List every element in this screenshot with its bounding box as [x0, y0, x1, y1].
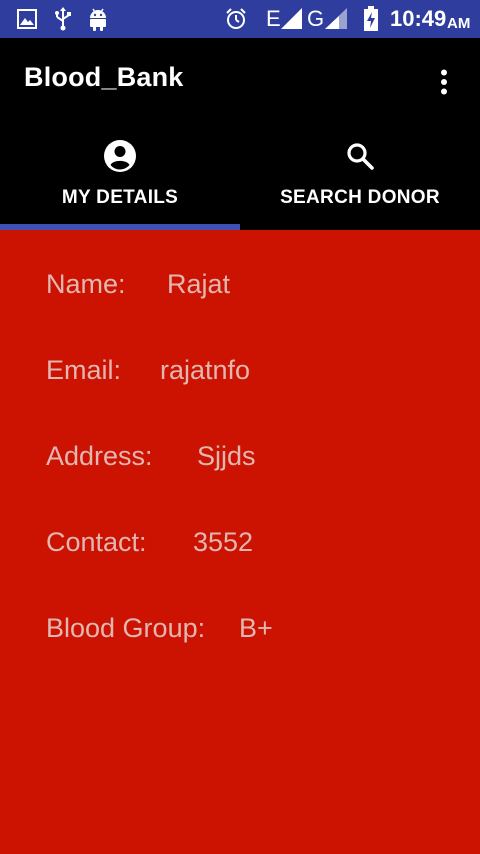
blood-group-label: Blood Group: [46, 613, 206, 643]
detail-row-address: Address: Sjjds [46, 441, 256, 472]
usb-icon [52, 0, 74, 38]
tab-search-donor[interactable]: SEARCH DONOR [240, 124, 480, 230]
tab-label: MY DETAILS [61, 187, 179, 208]
detail-row-email: Email: rajatnfo [46, 355, 250, 386]
network-type-1: E [266, 6, 281, 31]
network-type-2: G [307, 6, 325, 31]
status-ampm: AM [447, 14, 471, 32]
image-icon [16, 0, 38, 38]
tab-label: SEARCH DONOR [280, 187, 440, 208]
status-time: 10:49 [390, 6, 447, 31]
account-circle-icon [0, 138, 240, 174]
detail-row-name: Name: Rajat [46, 269, 230, 300]
name-value: Rajat [167, 269, 231, 299]
detail-row-blood-group: Blood Group: B+ [46, 613, 273, 644]
search-icon [240, 138, 480, 174]
app-title: Blood_Bank [24, 62, 184, 92]
android-icon [86, 0, 110, 38]
tab-my-details[interactable]: MY DETAILS [0, 124, 240, 230]
tab-bar: MY DETAILS SEARCH DONOR [0, 124, 480, 230]
signal-icon [325, 0, 349, 38]
contact-label: Contact: [46, 527, 147, 557]
more-vert-icon [440, 69, 448, 95]
alarm-icon [224, 0, 248, 38]
my-details-panel: Name: Rajat Email: rajatnfo Address: Sjj… [0, 230, 480, 854]
address-value: Sjjds [197, 441, 256, 471]
signal-icon [281, 0, 303, 38]
name-label: Name: [46, 269, 126, 299]
email-label: Email: [46, 355, 122, 385]
address-label: Address: [46, 441, 153, 471]
app-bar: Blood_Bank [0, 38, 480, 124]
blood-group-value: B+ [239, 613, 273, 643]
detail-row-contact: Contact: 3552 [46, 527, 253, 558]
overflow-menu-button[interactable] [428, 66, 460, 98]
email-value: rajatnfo [160, 355, 251, 385]
contact-value: 3552 [193, 527, 254, 557]
status-bar: E G 10:49 AM [0, 0, 480, 38]
battery-charging-icon [362, 0, 380, 38]
